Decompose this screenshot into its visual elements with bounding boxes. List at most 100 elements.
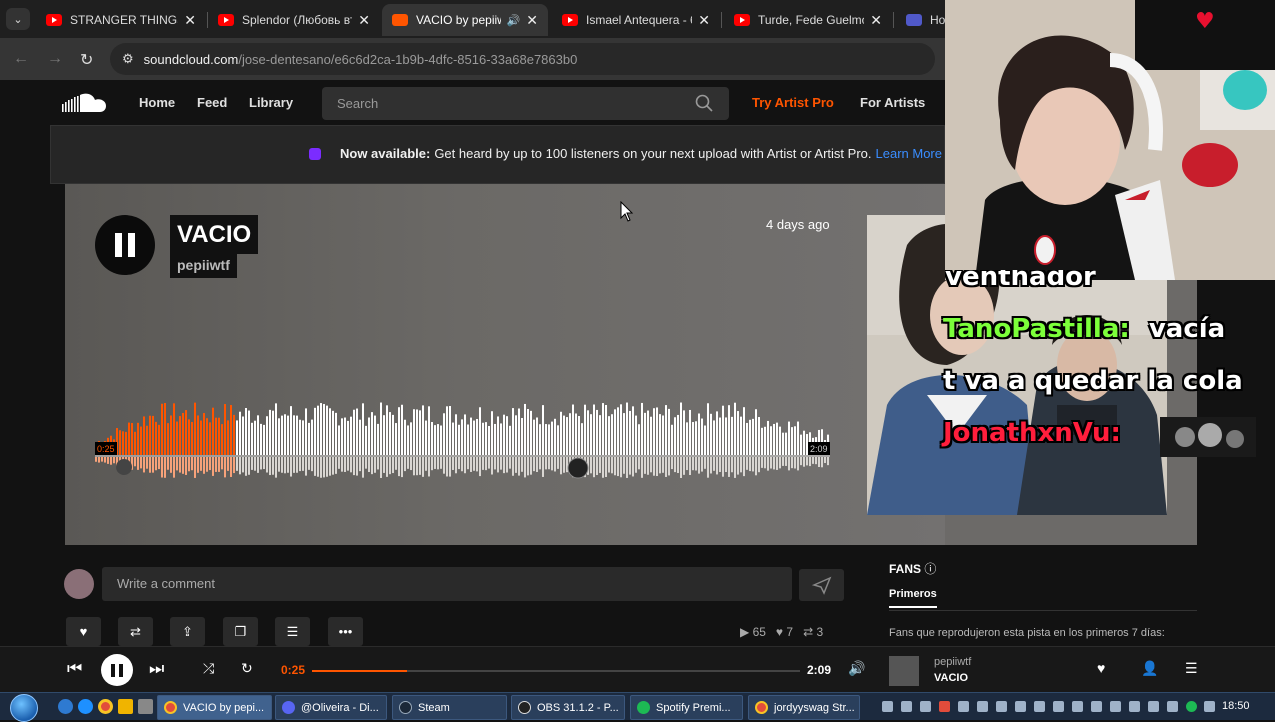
volume-icon[interactable]: 🔊 xyxy=(848,660,865,677)
volume-tray-icon[interactable] xyxy=(1204,701,1215,712)
tray-spotify-icon[interactable] xyxy=(1186,701,1197,712)
tray-icon[interactable] xyxy=(1053,701,1064,712)
previous-icon[interactable]: ⏮ xyxy=(67,659,82,679)
tray-icon[interactable] xyxy=(1129,701,1140,712)
send-comment-button[interactable] xyxy=(799,569,844,601)
play-pause-button[interactable] xyxy=(101,654,133,686)
comment-avatar-marker[interactable] xyxy=(116,459,132,475)
tray-icon[interactable] xyxy=(1015,701,1026,712)
tray-icon[interactable] xyxy=(882,701,893,712)
nav-home[interactable]: Home xyxy=(139,95,175,110)
taskbar-task-discord[interactable]: @Oliveira - Di... xyxy=(275,695,387,720)
tab-splendor[interactable]: Splendor (Любовь вт ✕ xyxy=(208,4,380,36)
site-info-icon[interactable]: ⚙ xyxy=(122,51,134,67)
more-button[interactable]: ••• xyxy=(328,617,363,646)
now-playing-user[interactable]: pepiiwtf xyxy=(934,656,971,668)
now-playing-title[interactable]: VACIO xyxy=(934,672,968,684)
try-artist-pro-link[interactable]: Try Artist Pro xyxy=(752,95,834,110)
tray-icon[interactable] xyxy=(1167,701,1178,712)
tray-icon[interactable] xyxy=(958,701,969,712)
tray-icon[interactable] xyxy=(996,701,1007,712)
waveform-bar xyxy=(146,425,148,455)
tray-icon[interactable] xyxy=(1110,701,1121,712)
address-bar[interactable]: ⚙ soundcloud.com/jose-dentesano/e6c6d2ca… xyxy=(110,43,935,75)
ie-icon[interactable] xyxy=(78,699,93,714)
waveform-bar-reflection xyxy=(251,457,253,470)
next-icon[interactable]: ⏭ xyxy=(149,659,164,679)
learn-more-link[interactable]: Learn More xyxy=(876,146,942,161)
taskbar-task-steam[interactable]: Steam xyxy=(392,695,507,720)
taskbar-task-spotify[interactable]: Spotify Premi... xyxy=(630,695,743,720)
tab-ismael[interactable]: Ismael Antequera - 6 ✕ xyxy=(552,4,720,36)
tray-icon[interactable] xyxy=(1148,701,1159,712)
waveform-bar xyxy=(743,407,745,455)
tray-icon[interactable] xyxy=(1034,701,1045,712)
add-to-queue-button[interactable]: ☰ xyxy=(275,617,310,646)
close-tab-icon[interactable]: ✕ xyxy=(698,12,710,29)
nav-library[interactable]: Library xyxy=(249,95,293,110)
tray-icon[interactable] xyxy=(1072,701,1083,712)
close-tab-icon[interactable]: ✕ xyxy=(870,12,882,29)
waveform-bar-reflection xyxy=(395,457,397,470)
reload-icon[interactable]: ↻ xyxy=(80,50,93,70)
taskbar-task-chrome-jordyy[interactable]: jordyyswag Str... xyxy=(748,695,860,720)
waveform-bar-reflection xyxy=(512,457,514,476)
soundcloud-logo-icon[interactable] xyxy=(62,91,110,115)
shuffle-icon[interactable]: ⤮ xyxy=(203,660,214,677)
tab-search-button[interactable]: ⌄ xyxy=(6,8,30,30)
waveform-bar xyxy=(176,421,178,455)
waveform-bar xyxy=(359,419,361,455)
tray-icon[interactable] xyxy=(1091,701,1102,712)
hero-pause-button[interactable] xyxy=(95,215,155,275)
folder-icon[interactable] xyxy=(118,699,133,714)
like-button[interactable]: ♥ xyxy=(66,617,101,646)
chat-message: vacía xyxy=(1148,314,1226,344)
user-avatar[interactable] xyxy=(64,569,94,599)
comment-input[interactable]: Write a comment xyxy=(102,567,792,601)
fans-tab-primeros[interactable]: Primeros xyxy=(889,588,937,608)
close-tab-icon[interactable]: ✕ xyxy=(358,12,370,29)
waveform-bar-reflection xyxy=(365,457,367,469)
nav-feed[interactable]: Feed xyxy=(197,95,227,110)
chrome-icon[interactable] xyxy=(98,699,113,714)
tab-stranger-things[interactable]: STRANGER THINGS - ✕ xyxy=(36,4,206,36)
comment-avatar-marker[interactable] xyxy=(567,457,589,479)
tray-icon[interactable] xyxy=(977,701,988,712)
tray-icon[interactable] xyxy=(901,701,912,712)
search-input[interactable]: Search xyxy=(322,87,729,120)
start-button[interactable] xyxy=(10,694,38,722)
close-tab-icon[interactable]: ✕ xyxy=(184,12,196,29)
like-icon[interactable]: ♥ xyxy=(1097,660,1105,676)
track-user-link[interactable]: pepiiwtf xyxy=(170,254,237,278)
tray-icon[interactable] xyxy=(920,701,931,712)
waveform-bar-reflection xyxy=(470,457,472,472)
forward-icon[interactable]: → xyxy=(47,50,63,68)
app-icon[interactable] xyxy=(138,699,153,714)
share-button[interactable]: ⇪ xyxy=(170,617,205,646)
tab-vacio-active[interactable]: VACIO by pepiiwt 🔊 ✕ xyxy=(382,4,548,36)
waveform-bar-reflection xyxy=(722,457,724,477)
follow-user-icon[interactable]: 👤 xyxy=(1141,660,1158,677)
tab-turde[interactable]: Turde, Fede Guelmos ✕ xyxy=(724,4,892,36)
edge-icon[interactable] xyxy=(58,699,73,714)
taskbar-task-obs[interactable]: OBS 31.1.2 - P... xyxy=(511,695,625,720)
for-artists-link[interactable]: For Artists xyxy=(860,95,925,110)
taskbar-clock[interactable]: 18:50 xyxy=(1222,700,1250,712)
chrome-icon xyxy=(164,701,177,714)
now-playing-cover[interactable] xyxy=(889,656,919,686)
waveform-bar-reflection xyxy=(218,457,220,472)
waveform[interactable]: 0:25 2:09 xyxy=(95,388,830,488)
waveform-bar-reflection xyxy=(284,457,286,474)
repeat-icon[interactable]: ↻ xyxy=(241,660,253,677)
info-icon[interactable]: ⓘ xyxy=(924,562,936,576)
close-tab-icon[interactable]: ✕ xyxy=(526,12,538,29)
search-icon[interactable] xyxy=(695,94,713,112)
queue-icon[interactable]: ☰ xyxy=(1185,660,1198,677)
speaker-icon[interactable]: 🔊 xyxy=(507,14,521,27)
back-icon[interactable]: ← xyxy=(13,50,29,68)
progress-bar[interactable] xyxy=(312,670,800,672)
repost-button[interactable]: ⇄ xyxy=(118,617,153,646)
taskbar-task-chrome-vacio[interactable]: VACIO by pepi... xyxy=(157,695,272,720)
tray-chrome-icon[interactable] xyxy=(939,701,950,712)
copy-link-button[interactable]: ❐ xyxy=(223,617,258,646)
